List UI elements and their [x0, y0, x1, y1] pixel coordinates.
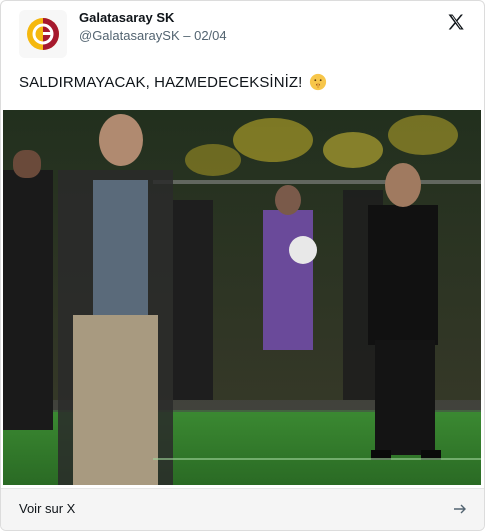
author-handle-date[interactable]: @GalatasaraySK – 02/04	[79, 28, 227, 43]
post-text: SALDIRMAYACAK, HAZMEDECEKSİNİZ!	[19, 73, 327, 91]
embedded-post-card: Galatasaray SK @GalatasaraySK – 02/04 SA…	[0, 0, 485, 531]
shushing-face-icon	[309, 73, 326, 91]
post-header: Galatasaray SK @GalatasaraySK – 02/04	[19, 10, 466, 60]
author-name[interactable]: Galatasaray SK	[79, 10, 174, 25]
view-on-x-label[interactable]: Voir sur X	[19, 501, 75, 516]
galatasaray-logo-icon	[19, 10, 67, 58]
view-on-x-link[interactable]: Voir sur X	[1, 488, 484, 530]
arrow-right-icon[interactable]	[452, 501, 468, 517]
post-text-content: SALDIRMAYACAK, HAZMEDECEKSİNİZ!	[19, 74, 303, 91]
match-photo	[3, 110, 481, 485]
x-logo-icon[interactable]	[446, 12, 466, 32]
avatar[interactable]	[19, 10, 67, 58]
post-photo[interactable]	[3, 110, 481, 485]
